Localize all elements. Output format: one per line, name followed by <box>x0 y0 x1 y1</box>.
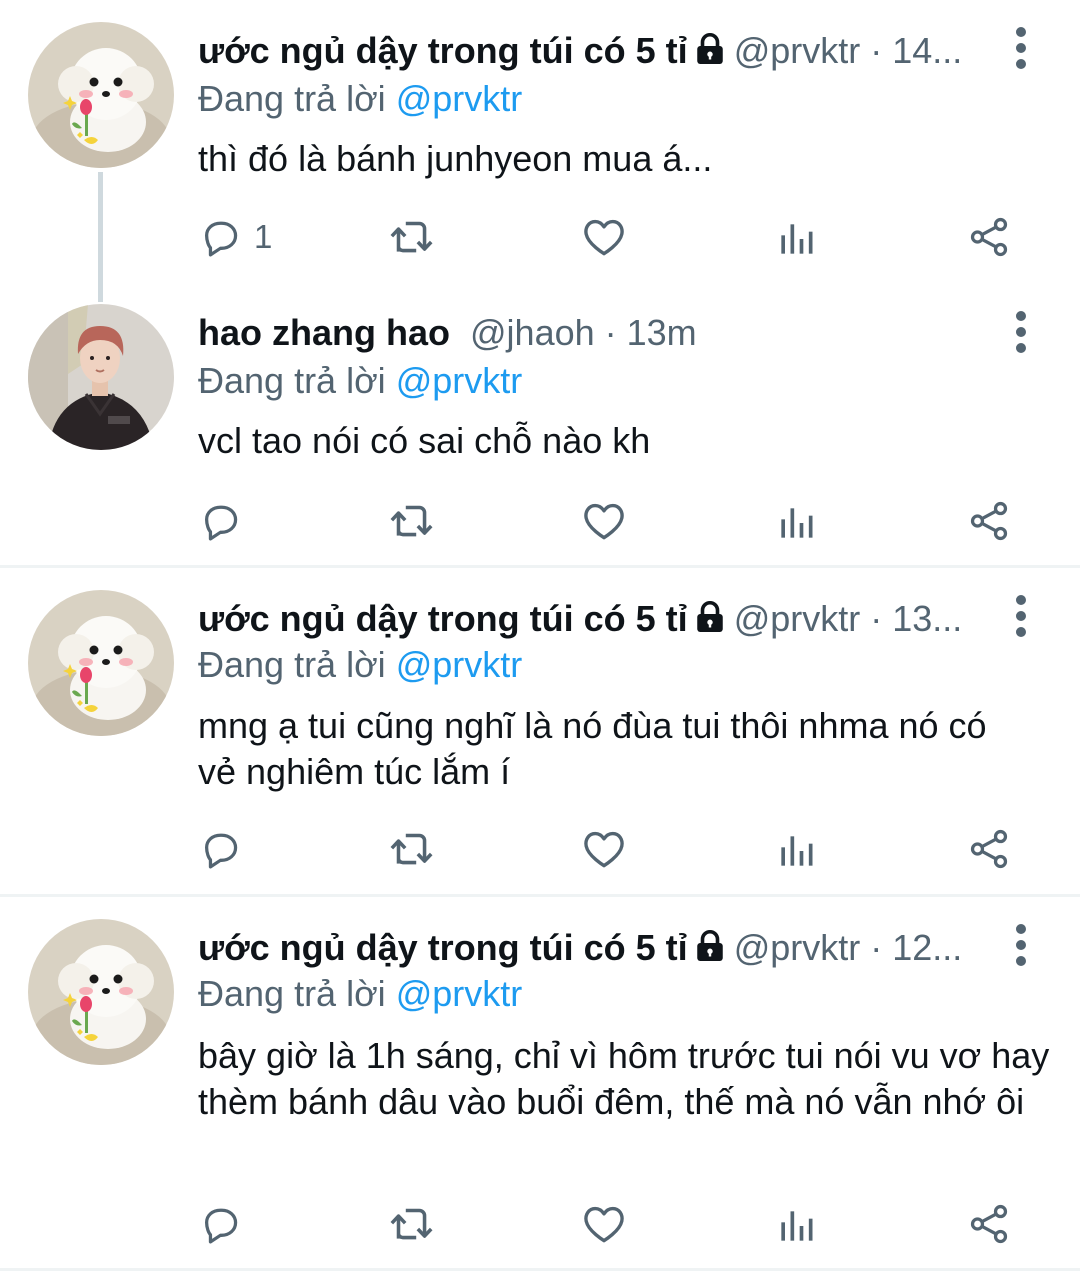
speech-bubble-icon <box>198 826 244 872</box>
person-avatar-image <box>28 304 174 450</box>
white-puppy-avatar-image <box>28 919 174 1065</box>
tweet-header: ước ngủ dậy trong túi có 5 tỉ @prvktr · 1… <box>198 592 980 646</box>
views-button[interactable] <box>774 498 818 548</box>
heart-icon <box>580 1200 628 1248</box>
reply-mention-link[interactable]: @prvktr <box>396 973 523 1014</box>
lock-icon <box>692 599 728 635</box>
share-button[interactable] <box>966 1199 1012 1249</box>
share-nodes-icon <box>966 826 1012 872</box>
replying-to: Đang trả lời @prvktr <box>198 640 522 690</box>
retweet-button[interactable] <box>386 212 436 262</box>
thread-connector-line <box>98 172 103 302</box>
lock-icon <box>692 31 728 67</box>
retweet-arrows-icon <box>386 496 436 546</box>
white-puppy-avatar-image <box>28 590 174 736</box>
replying-to: Đang trả lời @prvktr <box>198 74 522 124</box>
tweet-1[interactable]: ước ngủ dậy trong túi có 5 tỉ @prvktr · 1… <box>0 0 1080 302</box>
like-button[interactable] <box>580 1199 628 1249</box>
vertical-dots-icon <box>1016 27 1026 37</box>
like-button[interactable] <box>580 824 628 874</box>
tweet-header: hao zhang hao @jhaoh · 13m <box>198 306 980 360</box>
display-name[interactable]: ước ngủ dậy trong túi có 5 tỉ <box>198 30 688 71</box>
tweet-2[interactable]: hao zhang hao @jhaoh · 13m Đang trả lời … <box>0 290 1080 566</box>
retweet-arrows-icon <box>386 212 436 262</box>
retweet-arrows-icon <box>386 824 436 874</box>
more-options-button[interactable] <box>1003 594 1039 638</box>
tweet-text: bây giờ là 1h sáng, chỉ vì hôm trước tui… <box>198 1035 1050 1122</box>
bar-chart-icon <box>774 217 818 261</box>
bar-chart-icon <box>774 1204 818 1248</box>
retweet-button[interactable] <box>386 824 436 874</box>
avatar[interactable] <box>28 304 174 450</box>
vertical-dots-icon <box>1016 311 1026 321</box>
bar-chart-icon <box>774 829 818 873</box>
tweet-4[interactable]: ước ngủ dậy trong túi có 5 tỉ @prvktr · 1… <box>0 897 1080 1271</box>
replying-to-label: Đang trả lời <box>198 78 386 119</box>
share-nodes-icon <box>966 498 1012 544</box>
retweet-button[interactable] <box>386 496 436 546</box>
avatar[interactable] <box>28 590 174 736</box>
views-button[interactable] <box>774 826 818 876</box>
replying-to: Đang trả lời @prvktr <box>198 969 522 1019</box>
more-options-button[interactable] <box>1003 923 1039 967</box>
heart-icon <box>580 825 628 873</box>
speech-bubble-icon <box>198 1201 244 1247</box>
replying-to: Đang trả lời @prvktr <box>198 356 522 406</box>
tweet-text: thì đó là bánh junhyeon mua á... <box>198 138 713 179</box>
reply-button[interactable]: 1 <box>198 212 272 262</box>
share-nodes-icon <box>966 214 1012 260</box>
speech-bubble-icon <box>198 498 244 544</box>
display-name[interactable]: ước ngủ dậy trong túi có 5 tỉ <box>198 927 688 968</box>
tweet-text: mng ạ tui cũng nghĩ là nó đùa tui thôi n… <box>198 705 987 792</box>
tweet-3[interactable]: ước ngủ dậy trong túi có 5 tỉ @prvktr · 1… <box>0 568 1080 894</box>
display-name[interactable]: hao zhang hao <box>198 312 450 353</box>
retweet-arrows-icon <box>386 1199 436 1249</box>
reply-mention-link[interactable]: @prvktr <box>396 78 523 119</box>
heart-icon <box>580 213 628 261</box>
share-nodes-icon <box>966 1201 1012 1247</box>
reply-button[interactable] <box>198 824 244 874</box>
more-options-button[interactable] <box>1003 310 1039 354</box>
share-button[interactable] <box>966 824 1012 874</box>
reply-count: 1 <box>254 218 273 255</box>
avatar[interactable] <box>28 919 174 1065</box>
avatar[interactable] <box>28 22 174 168</box>
vertical-dots-icon <box>1016 924 1026 934</box>
tweet-header: ước ngủ dậy trong túi có 5 tỉ @prvktr · 1… <box>198 24 980 78</box>
handle-and-time[interactable]: @prvktr · 12... <box>734 927 963 968</box>
white-puppy-avatar-image <box>28 22 174 168</box>
share-button[interactable] <box>966 212 1012 262</box>
share-button[interactable] <box>966 496 1012 546</box>
more-options-button[interactable] <box>1003 26 1039 70</box>
tweet-header: ước ngủ dậy trong túi có 5 tỉ @prvktr · 1… <box>198 921 980 975</box>
replying-to-label: Đang trả lời <box>198 973 386 1014</box>
reply-button[interactable] <box>198 1199 244 1249</box>
heart-icon <box>580 497 628 545</box>
tweet-text: vcl tao nói có sai chỗ nào kh <box>198 420 651 461</box>
lock-icon <box>692 928 728 964</box>
replying-to-label: Đang trả lời <box>198 360 386 401</box>
like-button[interactable] <box>580 212 628 262</box>
bar-chart-icon <box>774 501 818 545</box>
views-button[interactable] <box>774 1201 818 1251</box>
reply-button[interactable] <box>198 496 244 546</box>
handle-and-time[interactable]: @jhaoh · 13m <box>470 312 697 353</box>
like-button[interactable] <box>580 496 628 546</box>
reply-mention-link[interactable]: @prvktr <box>396 644 523 685</box>
handle-and-time[interactable]: @prvktr · 13... <box>734 598 963 639</box>
retweet-button[interactable] <box>386 1199 436 1249</box>
speech-bubble-icon <box>198 214 244 260</box>
handle-and-time[interactable]: @prvktr · 14... <box>734 30 963 71</box>
replying-to-label: Đang trả lời <box>198 644 386 685</box>
views-button[interactable] <box>774 214 818 264</box>
vertical-dots-icon <box>1016 595 1026 605</box>
display-name[interactable]: ước ngủ dậy trong túi có 5 tỉ <box>198 598 688 639</box>
reply-mention-link[interactable]: @prvktr <box>396 360 523 401</box>
